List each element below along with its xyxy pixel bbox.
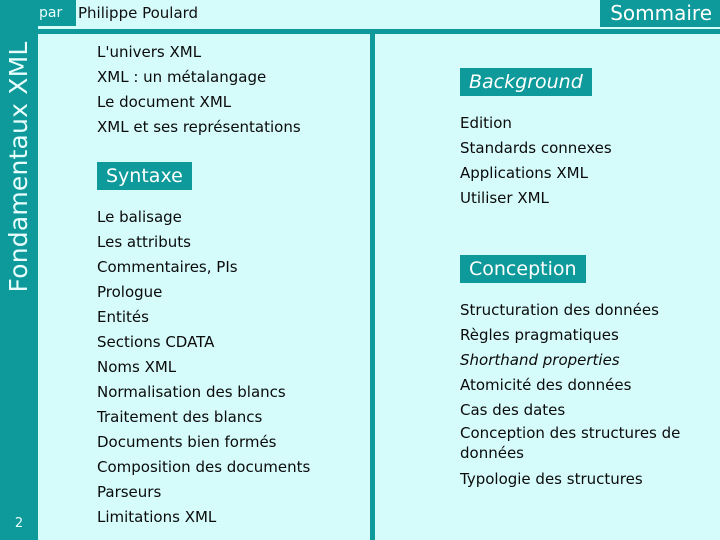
section-heading-syntaxe[interactable]: Syntaxe <box>97 162 192 190</box>
list-item[interactable]: Parseurs <box>97 480 362 505</box>
list-item[interactable]: Traitement des blancs <box>97 405 362 430</box>
page-number: 2 <box>14 516 24 531</box>
list-item[interactable]: Prologue <box>97 280 362 305</box>
list-item[interactable]: Noms XML <box>97 355 362 380</box>
byline-label: par <box>38 0 76 26</box>
list-item[interactable]: Composition des documents <box>97 455 362 480</box>
list-item[interactable]: Le document XML <box>97 90 362 115</box>
list-item[interactable]: XML et ses représentations <box>97 115 362 140</box>
list-item[interactable]: Commentaires, PIs <box>97 255 362 280</box>
column-divider <box>370 29 375 540</box>
sidebar-title: Fondamentaux XML <box>4 41 33 293</box>
list-item[interactable]: Standards connexes <box>460 136 710 161</box>
list-item[interactable]: Conception des structures de données <box>460 423 710 463</box>
slide: Fondamentaux XML 2 par Philippe Poulard … <box>0 0 720 540</box>
list-item[interactable]: Atomicité des données <box>460 373 710 398</box>
list-item[interactable]: Documents bien formés <box>97 430 362 455</box>
list-item[interactable]: Typologie des structures <box>460 467 710 492</box>
section-heading-conception[interactable]: Conception <box>460 255 586 283</box>
right-column: Background Edition Standards connexes Ap… <box>460 68 710 492</box>
list-item[interactable]: XML : un métalangage <box>97 65 362 90</box>
background-list: Edition Standards connexes Applications … <box>460 111 710 211</box>
list-item[interactable]: Shorthand properties <box>460 348 710 373</box>
section-heading-background[interactable]: Background <box>460 68 592 96</box>
list-item[interactable]: Utiliser XML <box>460 186 710 211</box>
list-item[interactable]: Entités <box>97 305 362 330</box>
header-divider <box>38 29 720 34</box>
list-item[interactable]: Edition <box>460 111 710 136</box>
conception-list: Structuration des données Règles pragmat… <box>460 298 710 492</box>
list-item[interactable]: Applications XML <box>460 161 710 186</box>
list-item[interactable]: Normalisation des blancs <box>97 380 362 405</box>
list-item[interactable]: Sections CDATA <box>97 330 362 355</box>
intro-list: L'univers XML XML : un métalangage Le do… <box>97 40 362 140</box>
list-item[interactable]: Le balisage <box>97 205 362 230</box>
section-syntaxe: Syntaxe <box>97 162 362 190</box>
section-background: Background <box>460 68 710 96</box>
toc-title: Sommaire <box>600 0 720 27</box>
list-item[interactable]: Les attributs <box>97 230 362 255</box>
left-column: L'univers XML XML : un métalangage Le do… <box>97 40 362 530</box>
list-item[interactable]: Structuration des données <box>460 298 710 323</box>
author-name: Philippe Poulard <box>78 4 199 22</box>
section-conception: Conception <box>460 255 710 283</box>
list-item[interactable]: Règles pragmatiques <box>460 323 710 348</box>
list-item[interactable]: Limitations XML <box>97 505 362 530</box>
syntaxe-list: Le balisage Les attributs Commentaires, … <box>97 205 362 530</box>
list-item[interactable]: Cas des dates <box>460 398 710 423</box>
list-item[interactable]: L'univers XML <box>97 40 362 65</box>
